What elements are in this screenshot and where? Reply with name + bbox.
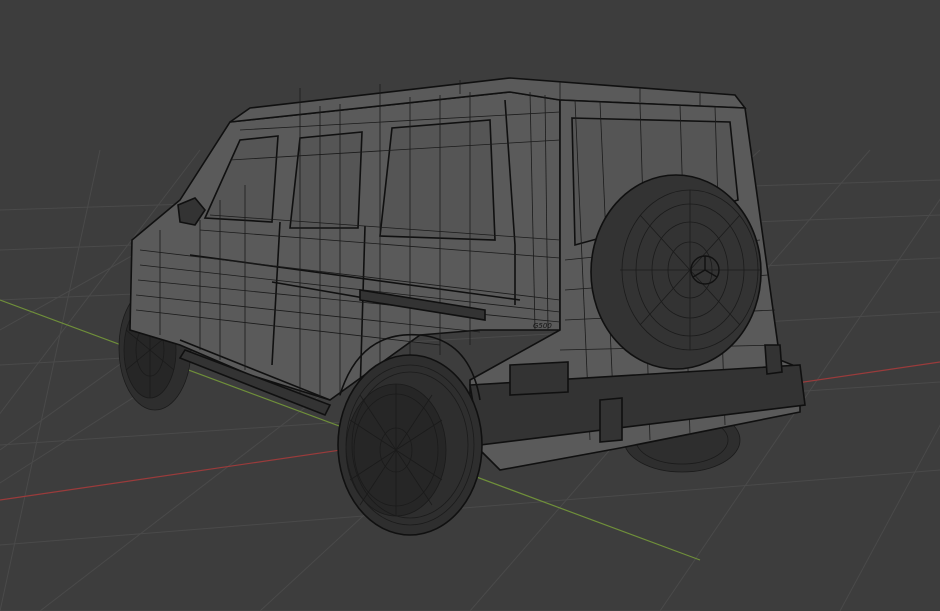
quarter-window xyxy=(379,119,496,241)
tail-light-right xyxy=(764,344,783,375)
model-badge: G500 xyxy=(533,322,552,330)
viewport-scene[interactable]: G500 xyxy=(0,0,940,611)
3d-viewport[interactable]: G500 xyxy=(0,0,940,611)
vehicle-model[interactable]: G500 xyxy=(118,77,806,536)
license-plate xyxy=(599,397,623,443)
spare-wheel-cover xyxy=(590,174,762,370)
tail-light-left xyxy=(509,361,569,396)
rear-near-wheel xyxy=(337,354,483,536)
rear-door-window xyxy=(289,131,363,229)
